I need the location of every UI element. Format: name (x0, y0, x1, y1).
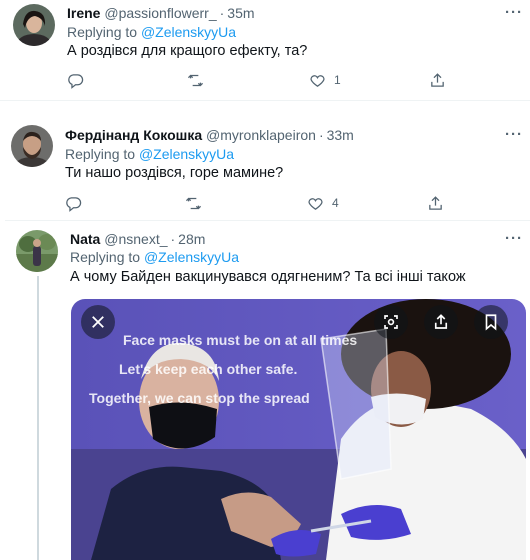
close-icon (92, 316, 104, 328)
tweet-ferdinand[interactable]: Фердінанд Кокошка @myronklapeiron · 33m ··… (0, 120, 530, 220)
like-button[interactable]: 4 (307, 192, 339, 214)
lens-button[interactable] (374, 305, 408, 339)
share-button[interactable] (427, 192, 444, 214)
mention-link[interactable]: @ZelenskyyUa (144, 249, 239, 265)
heart-icon (310, 74, 325, 87)
more-icon[interactable]: ··· (503, 231, 525, 246)
more-icon[interactable]: ··· (503, 127, 525, 142)
separator-dot: · (170, 231, 176, 247)
retweet-icon (185, 197, 202, 209)
replying-to: Replying to @ZelenskyyUa (67, 23, 236, 41)
reply-button[interactable] (67, 69, 84, 91)
heart-icon (308, 197, 323, 210)
retweet-button[interactable] (185, 192, 202, 214)
action-bar: 4 (65, 192, 465, 214)
replying-prefix: Replying to (70, 249, 144, 265)
timestamp[interactable]: 35m (227, 5, 254, 21)
divider (0, 100, 530, 101)
like-count: 4 (332, 196, 339, 210)
share-icon (429, 195, 442, 210)
display-name[interactable]: Фердінанд Кокошка (65, 127, 202, 143)
display-name[interactable]: Irene (67, 5, 100, 21)
avatar[interactable] (16, 230, 58, 272)
action-bar: 1 (67, 69, 467, 91)
bookmark-button[interactable] (474, 305, 508, 339)
separator-dot: · (219, 5, 225, 21)
sign-line: Face masks must be on at all times (123, 332, 358, 348)
replying-prefix: Replying to (65, 146, 139, 162)
retweet-button[interactable] (187, 69, 204, 91)
mention-link[interactable]: @ZelenskyyUa (141, 24, 236, 40)
reply-button[interactable] (65, 192, 82, 214)
share-button[interactable] (429, 69, 446, 91)
avatar[interactable] (13, 4, 55, 46)
lens-icon (384, 315, 398, 329)
close-button[interactable] (81, 305, 115, 339)
user-handle[interactable]: @nsnext_ (104, 231, 167, 247)
sign-line: Let's keep each other safe. (119, 361, 298, 377)
tweet-photo[interactable]: Face masks must be on at all times Let's… (71, 299, 526, 560)
like-button[interactable]: 1 (309, 69, 341, 91)
tweet-text: Ти нашо роздівся, горе мамине? (65, 165, 284, 181)
tweet-nata[interactable]: Nata @nsnext_ · 28m ··· Replying to @Zelen… (0, 226, 530, 560)
bookmark-icon (485, 314, 497, 331)
display-name[interactable]: Nata (70, 231, 100, 247)
reply-icon (68, 73, 84, 89)
replying-to: Replying to @ZelenskyyUa (65, 145, 234, 163)
separator-dot: · (318, 127, 324, 143)
retweet-icon (187, 74, 204, 86)
tweet-irene[interactable]: Irene @passionflowerr_ · 35m ··· Replying … (0, 0, 530, 100)
timestamp[interactable]: 28m (178, 231, 205, 247)
user-handle[interactable]: @passionflowerr_ (104, 5, 216, 21)
replying-to: Replying to @ZelenskyyUa (70, 248, 239, 266)
timestamp[interactable]: 33m (327, 127, 354, 143)
mention-link[interactable]: @ZelenskyyUa (139, 146, 234, 162)
share-image-button[interactable] (424, 305, 458, 339)
sign-line: Together, we can stop the spread (89, 390, 310, 406)
tweet-text: А чому Байден вакцинувався одягненим? Та… (70, 269, 466, 285)
reply-icon (66, 196, 82, 212)
user-handle[interactable]: @myronklapeiron (206, 127, 316, 143)
more-icon[interactable]: ··· (503, 5, 525, 20)
divider (5, 220, 530, 221)
share-icon (431, 72, 444, 87)
avatar[interactable] (11, 125, 53, 167)
share-icon (434, 314, 448, 329)
tweet-text: А роздівся для кращого ефекту, та? (67, 43, 308, 59)
like-count: 1 (334, 73, 341, 87)
thread-line (37, 276, 39, 560)
replying-prefix: Replying to (67, 24, 141, 40)
